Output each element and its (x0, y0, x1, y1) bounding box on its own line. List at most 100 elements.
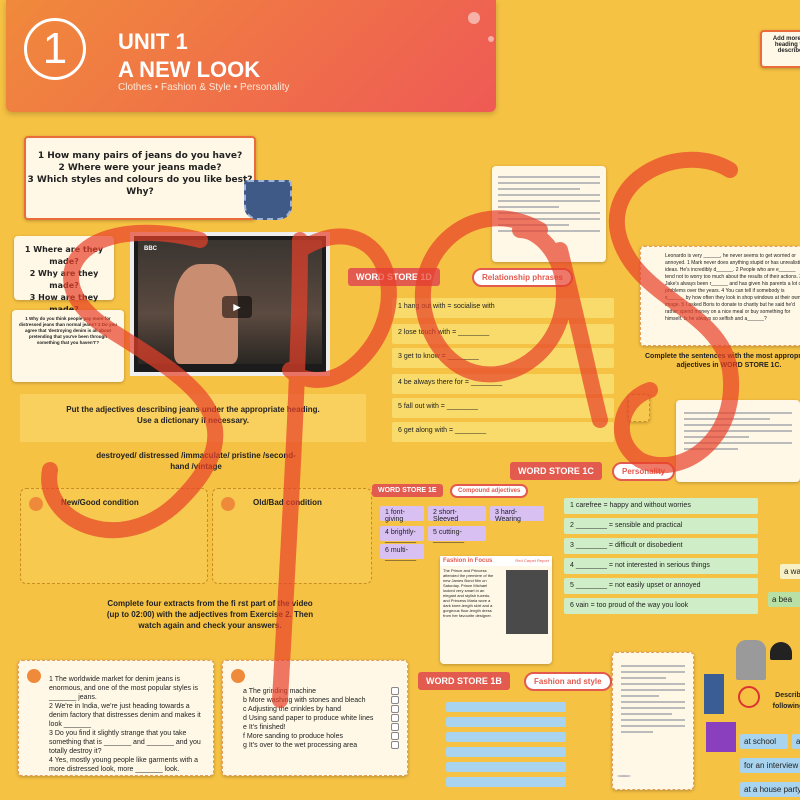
word-store-1c-tag: WORD STORE 1C (510, 462, 602, 480)
adjectives-word-list: destroyed/ distressed /immaculate/ prist… (96, 451, 296, 471)
ws1b-row[interactable] (446, 762, 566, 772)
label-a-wa[interactable]: a wa (780, 564, 800, 579)
ws1d-row-4[interactable]: 4 be always there for = ________ (392, 374, 614, 394)
ws1e-chip-2[interactable]: 2 short- Sleeved (428, 506, 486, 523)
describe-heading: Describ following (772, 692, 800, 710)
label-for-interview[interactable]: for an interview (740, 758, 800, 773)
label-at-school[interactable]: at school (740, 734, 788, 749)
relationship-phrases-pill[interactable]: Relationship phrases (472, 268, 573, 287)
personality-pill[interactable]: Personality (612, 462, 676, 481)
ws1d-row-2[interactable]: 2 lose touch with = ________ (392, 324, 614, 344)
bad-condition-heading: Old/Bad condition (253, 498, 322, 507)
question-3: 3 Which styles and colours do you like b… (27, 175, 253, 185)
unit-subtitle: Clothes • Fashion & Style • Personality (118, 82, 290, 93)
ws1e-chip-1[interactable]: 1 font- giving (380, 506, 424, 523)
label-at-t[interactable]: at t (792, 734, 800, 749)
article-photo (506, 570, 548, 634)
exercise-placeholder-card[interactable] (628, 394, 650, 422)
ws1c-row-4[interactable]: 4 ________ = not interested in serious t… (564, 558, 758, 574)
article-header: Fashion in Focus Red Carpet Report (440, 556, 552, 566)
bbc-logo: BBC (144, 246, 157, 252)
reading-text-card[interactable] (492, 166, 606, 262)
process-item-a: a The grinding machine (243, 687, 399, 696)
label-house-party[interactable]: at a house party (740, 782, 800, 797)
ws1c-row-3[interactable]: 3 ________ = difficult or disobedient (564, 538, 758, 554)
compound-adjectives-pill[interactable]: Compound adjectives (450, 484, 529, 498)
fashion-in-focus-article[interactable]: Fashion in Focus Red Carpet Report The P… (440, 556, 552, 664)
process-item-d: d Using sand paper to produce white line… (243, 714, 399, 723)
question-3-why: Why? (126, 187, 154, 197)
ws1b-row[interactable] (446, 777, 566, 787)
adjectives-instruction: Put the adjectives describing jeans unde… (20, 394, 366, 442)
ws1b-rows (446, 702, 566, 792)
beanie-image (770, 642, 792, 660)
question-2: 2 Where were your jeans made? (58, 163, 222, 173)
video-extracts-card[interactable]: 1 The worldwide market for denim jeans i… (18, 660, 214, 776)
ws1e-chip-6[interactable]: 6 multi- ________ (380, 544, 424, 561)
fashion-and-style-pill[interactable]: Fashion and style (524, 672, 612, 691)
play-button[interactable]: ► (222, 296, 252, 318)
process-item-g: g It's over to the wet processing area (243, 741, 399, 750)
label-a-bea[interactable]: a bea (768, 592, 800, 607)
bad-condition-box[interactable]: Old/Bad condition (212, 488, 372, 584)
checkbox[interactable] (391, 696, 399, 704)
bullet-dot (29, 497, 43, 511)
extracts-instruction: Complete four extracts from the fi rst p… (106, 599, 314, 630)
video-thumbnail: BBC ► (138, 240, 322, 364)
unit-title-line2: A NEW LOOK (118, 57, 261, 82)
jeans-pocket-icon (244, 180, 292, 220)
video-player[interactable]: BBC ► (130, 232, 330, 376)
ws1b-row[interactable] (446, 717, 566, 727)
made-questions-card[interactable]: 1 Where are they made? 2 Why are they ma… (14, 236, 114, 314)
ws1d-row-6[interactable]: 6 get along with = ________ (392, 422, 614, 442)
ws1b-row[interactable] (446, 747, 566, 757)
process-item-f: f More sanding to produce holes (243, 732, 399, 741)
distressed-jeans-discussion-card[interactable]: 1 Why do you think people pay more for d… (12, 310, 124, 382)
checkbox[interactable] (391, 741, 399, 749)
purple-top-image (706, 722, 736, 752)
checkbox[interactable] (391, 705, 399, 713)
ws1b-row[interactable] (446, 702, 566, 712)
ws1d-row-1[interactable]: 1 hang out with = socialise with (392, 298, 614, 318)
jeans-questions-card[interactable]: 1 How many pairs of jeans do you have? 2… (24, 136, 256, 220)
ws1e-chip-4[interactable]: 4 brightly- ________ (380, 526, 424, 543)
unit-header: 1 UNIT 1 A NEW LOOK Clothes • Fashion & … (6, 0, 496, 112)
bottom-exercise-card[interactable] (612, 652, 694, 790)
top-right-note[interactable]: Add more w heading to describe (760, 30, 800, 68)
process-item-b: b More washing with stones and bleach (243, 696, 399, 705)
ws1d-row-5[interactable]: 5 fall out with = ________ (392, 398, 614, 418)
process-item-c: c Adjusting the crinkles by hand (243, 705, 399, 714)
process-item-e: e It's finished! (243, 723, 399, 732)
unit-title-line1: UNIT 1 (118, 29, 188, 54)
word-store-1e-tag: WORD STORE 1E (372, 484, 443, 497)
ws1c-row-6[interactable]: 6 vain = too proud of the way you look (564, 598, 758, 614)
good-condition-box[interactable]: New/Good condition (20, 488, 208, 584)
ws1c-row-1[interactable]: 1 carefree = happy and without worries (564, 498, 758, 514)
necklace-image (738, 686, 760, 708)
question-1: 1 How many pairs of jeans do you have? (37, 151, 243, 161)
ws1b-row[interactable] (446, 732, 566, 742)
bullet-dot (617, 775, 631, 777)
bullet-dot (27, 669, 41, 683)
extract-1: 1 The worldwide market for denim jeans i… (49, 676, 199, 701)
checkbox[interactable] (391, 714, 399, 722)
ws1e-chip-3[interactable]: 3 hard- Wearing (490, 506, 544, 523)
ws1e-chip-5[interactable]: 5 cutting- ________ (428, 526, 486, 543)
bullet-dot (231, 669, 245, 683)
checkbox[interactable] (391, 723, 399, 731)
process-order-card[interactable]: a The grinding machine b More washing wi… (222, 660, 408, 776)
hoodie-image (736, 640, 766, 680)
word-store-1b-tag: WORD STORE 1B (418, 672, 510, 690)
unit-title: UNIT 1 A NEW LOOK (118, 28, 260, 84)
ws1d-row-3[interactable]: 3 get to know = ________ (392, 348, 614, 368)
complete-sentences-card[interactable]: Leonardo is very ______, he never seems … (640, 246, 800, 346)
ws1c-row-5[interactable]: 5 ________ = not easily upset or annoyed (564, 578, 758, 594)
article-body: The Prince and Princess attended the pre… (443, 568, 494, 618)
word-store-1d-tag: WORD STORE 1D (348, 268, 440, 286)
checkbox[interactable] (391, 687, 399, 695)
bullet-dot (221, 497, 235, 511)
good-condition-heading: New/Good condition (61, 498, 139, 507)
checkbox[interactable] (391, 732, 399, 740)
exercise-text-card[interactable] (676, 400, 800, 482)
ws1c-row-2[interactable]: 2 ________ = sensible and practical (564, 518, 758, 534)
